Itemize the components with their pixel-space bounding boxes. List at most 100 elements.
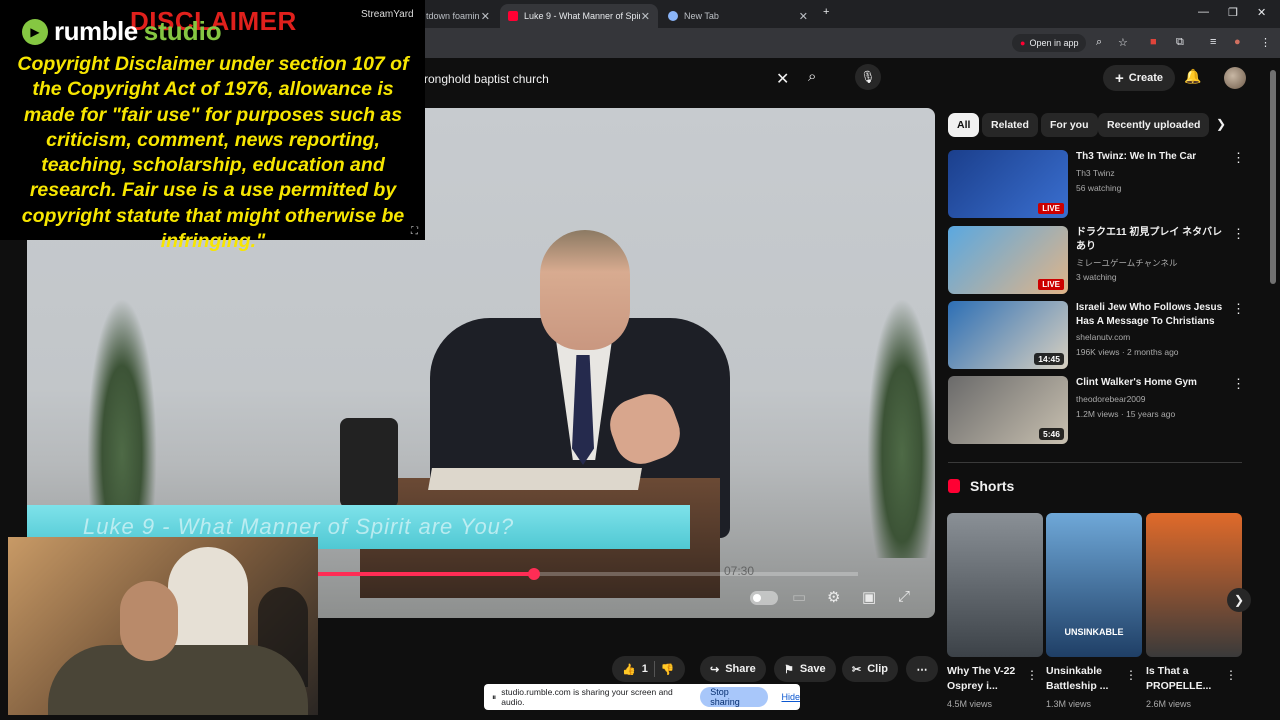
video-progress-bar[interactable]	[318, 568, 858, 580]
short-title[interactable]: Is That a PROPELLE...	[1146, 664, 1228, 694]
more-vert-icon[interactable]: ⋮	[1232, 301, 1245, 317]
pause-icon: ⏸	[492, 691, 497, 702]
chip-all[interactable]: All	[948, 113, 980, 137]
more-vert-icon[interactable]: ⋮	[1232, 150, 1245, 166]
video-title[interactable]: ドラクエ11 初見プレイ ネタバレあり	[1076, 226, 1228, 254]
short-thumbnail[interactable]: UNSINKABLE	[1046, 513, 1142, 657]
short-thumbnail[interactable]	[947, 513, 1043, 657]
tab-new-tab[interactable]: New Tab ✕	[660, 4, 816, 28]
save-button[interactable]: ⚑ Save	[774, 656, 836, 682]
clip-button[interactable]: ✂ Clip	[842, 656, 898, 682]
zoom-icon[interactable]: ⌕	[1096, 36, 1102, 49]
tab-luke-9[interactable]: Luke 9 - What Manner of Spiri ✕	[500, 4, 658, 28]
chip-recently-uploaded[interactable]: Recently uploaded	[1098, 113, 1210, 137]
save-label: Save	[799, 663, 826, 675]
search-icon[interactable]: ⌕	[808, 68, 816, 85]
settings-gear-icon[interactable]: ⚙	[827, 588, 840, 606]
clear-search-icon[interactable]: ✕	[776, 69, 789, 89]
short-title[interactable]: Unsinkable Battleship ...	[1046, 664, 1128, 694]
recommendation-item[interactable]: LIVE Th3 Twinz: We In The Car Th3 Twinz …	[948, 150, 1245, 220]
create-label: Create	[1128, 72, 1164, 84]
chip-related[interactable]: Related	[982, 113, 1038, 137]
close-icon[interactable]: ✕	[481, 10, 490, 23]
theater-mode-icon[interactable]: ▣	[862, 588, 876, 606]
microphone-icon[interactable]: 🎙	[855, 64, 881, 90]
channel-name[interactable]: ミレーユゲームチャンネル	[1076, 257, 1178, 269]
bookmark-star-icon[interactable]: ☆	[1118, 36, 1128, 49]
new-tab-icon[interactable]: +	[823, 6, 829, 18]
recommendation-item[interactable]: LIVE ドラクエ11 初見プレイ ネタバレあり ミレーユゲームチャンネル 3 …	[948, 226, 1245, 296]
hide-link[interactable]: Hide	[781, 692, 800, 702]
chevron-right-icon[interactable]: ❯	[1216, 117, 1226, 131]
stop-sharing-button[interactable]: Stop sharing	[700, 687, 769, 707]
share-button[interactable]: ↪ Share	[700, 656, 766, 682]
chrome-icon	[668, 11, 678, 21]
more-vert-icon[interactable]: ⋮	[1232, 376, 1245, 392]
chevron-right-icon[interactable]: ❯	[1227, 588, 1251, 612]
dislike-icon[interactable]: 👎	[661, 663, 675, 676]
notifications-bell-icon[interactable]: 🔔	[1184, 68, 1201, 85]
tab-foaming[interactable]: tdown foamin ✕	[418, 4, 498, 28]
restore-icon[interactable]: ❐	[1228, 6, 1238, 19]
duration-badge: 5:46	[1038, 428, 1064, 440]
studio-wordmark: studio	[143, 16, 222, 46]
adblock-icon[interactable]: ■	[1150, 36, 1157, 48]
thumbnail[interactable]: LIVE	[948, 150, 1068, 218]
media-icon[interactable]: ≡	[1210, 36, 1216, 48]
search-input[interactable]: ronghold baptist church	[408, 66, 800, 92]
close-icon[interactable]: ✕	[799, 10, 808, 23]
autoplay-toggle[interactable]	[750, 591, 778, 605]
shorts-header: Shorts	[948, 478, 1014, 494]
rumble-studio-logo: ▶ rumble studio	[22, 16, 222, 47]
video-title[interactable]: Israeli Jew Who Follows Jesus Has A Mess…	[1076, 301, 1228, 329]
minimize-icon[interactable]: —	[1198, 6, 1209, 18]
more-actions-button[interactable]: ⋯	[906, 656, 938, 682]
menu-icon[interactable]: ⋮	[1260, 36, 1271, 49]
fullscreen-icon[interactable]: ⤢	[898, 588, 910, 605]
page-scrollbar[interactable]	[1270, 70, 1276, 284]
disclaimer-overlay: DISCLAIMER ▶ rumble studio StreamYard Co…	[0, 0, 425, 252]
account-avatar[interactable]	[1224, 67, 1246, 89]
close-icon[interactable]: ✕	[641, 10, 650, 23]
more-vert-icon[interactable]: ⋮	[1232, 226, 1245, 242]
shorts-label: Shorts	[970, 478, 1015, 494]
expand-icon[interactable]: ⛶	[411, 226, 418, 237]
video-meta: 56 watching	[1076, 183, 1122, 193]
webcam-feed	[8, 537, 318, 715]
recommendation-item[interactable]: 14:45 Israeli Jew Who Follows Jesus Has …	[948, 301, 1245, 371]
open-in-app-button[interactable]: ● Open in app	[1012, 34, 1087, 52]
thumbnail[interactable]: 5:46	[948, 376, 1068, 444]
more-vert-icon[interactable]: ⋮	[1125, 668, 1137, 682]
channel-name[interactable]: shelanutv.com	[1076, 332, 1130, 342]
cam-person-body	[48, 645, 308, 715]
short-thumbnail[interactable]	[1146, 513, 1242, 657]
recommendation-item[interactable]: 5:46 Clint Walker's Home Gym theodorebea…	[948, 376, 1245, 446]
thumbnail[interactable]: 14:45	[948, 301, 1068, 369]
subtitles-icon[interactable]: ▭	[792, 588, 806, 606]
channel-name[interactable]: Th3 Twinz	[1076, 168, 1115, 178]
video-title[interactable]: Clint Walker's Home Gym	[1076, 376, 1228, 390]
youtube-icon: ●	[1020, 38, 1026, 48]
like-icon[interactable]: 👍	[622, 663, 636, 676]
like-count: 1	[641, 663, 648, 675]
youtube-icon	[508, 11, 518, 21]
speaker-head	[540, 230, 630, 350]
divider	[653, 661, 655, 677]
thumbnail[interactable]: LIVE	[948, 226, 1068, 294]
chip-for-you[interactable]: For you	[1041, 113, 1098, 137]
profile-icon[interactable]: ●	[1234, 36, 1241, 48]
create-button[interactable]: + Create	[1103, 65, 1176, 91]
progress-scrubber[interactable]	[528, 568, 540, 580]
like-dislike-group: 👍 1 👎	[612, 656, 685, 682]
short-title[interactable]: Why The V-22 Osprey i...	[947, 664, 1029, 694]
extensions-icon[interactable]: ⧉	[1176, 36, 1184, 49]
screen-sharing-bar: ⏸ studio.rumble.com is sharing your scre…	[484, 684, 800, 710]
more-vert-icon[interactable]: ⋮	[1026, 668, 1038, 682]
video-title[interactable]: Th3 Twinz: We In The Car	[1076, 150, 1228, 164]
window-close-icon[interactable]: ✕	[1257, 6, 1266, 19]
progress-fill	[318, 572, 534, 576]
more-vert-icon[interactable]: ⋮	[1225, 668, 1237, 682]
plus-icon: +	[1115, 69, 1124, 87]
streamyard-label: StreamYard	[361, 9, 414, 20]
channel-name[interactable]: theodorebear2009	[1076, 394, 1145, 404]
